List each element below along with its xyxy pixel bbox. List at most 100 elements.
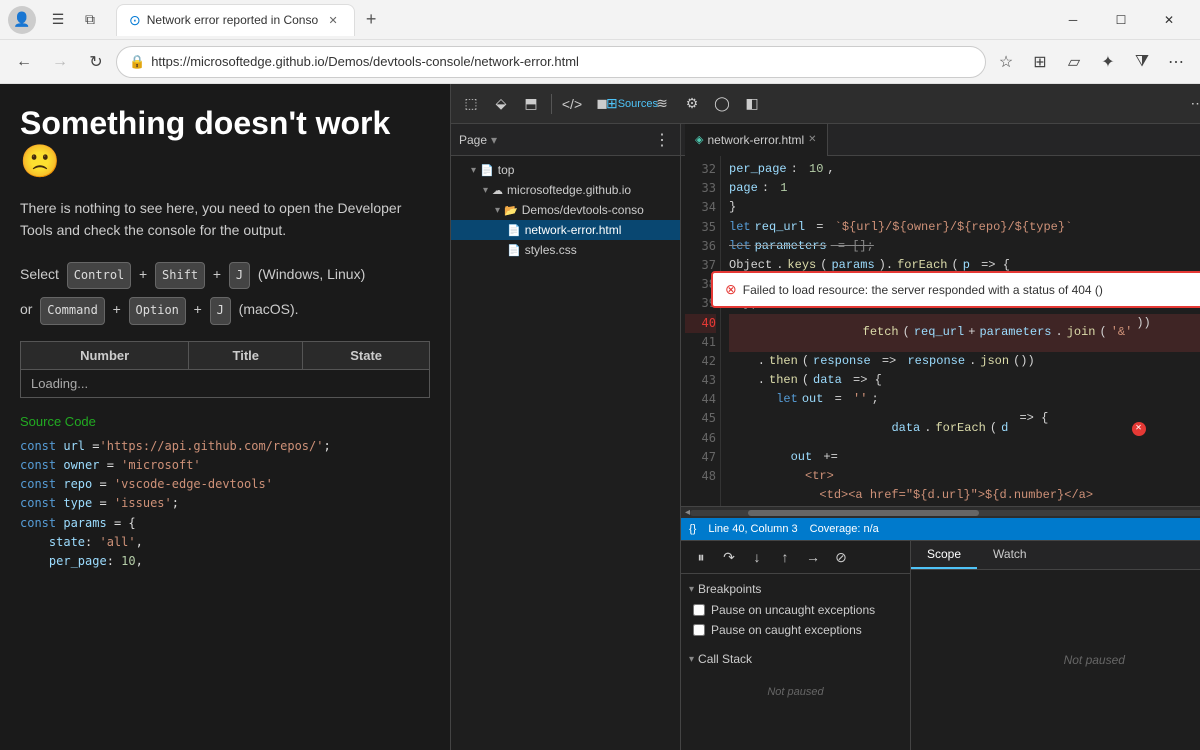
file-tree-header: Page ▾ ⋮ [451,124,680,156]
h-scroll-thumb[interactable] [748,510,979,516]
application-button[interactable]: ◧ [738,90,766,118]
device-mode-button[interactable]: ⬙ [487,90,515,118]
error-popup: ⊗ Failed to load resource: the server re… [711,271,1200,308]
col-state: State [303,341,430,369]
css-file-icon: 📄 [507,244,521,257]
code-tab-label: network-error.html [707,133,804,147]
format-button[interactable]: {} [689,523,696,535]
new-tab-button[interactable]: + [357,6,385,34]
issues-table: Number Title State Loading... [20,341,430,398]
webpage-content: Something doesn't work 🙁 There is nothin… [0,84,450,750]
code-line-43: let out = ''; [729,390,1200,409]
tree-item-styles[interactable]: 📄 styles.css [451,240,680,260]
step-out-button[interactable]: ↑ [773,545,797,569]
tree-item-network-error[interactable]: 📄 network-error.html [451,220,680,240]
pause-button[interactable]: ⏸ [689,545,713,569]
select-text: Select [20,266,59,282]
sources-button[interactable]: ⊞ Sources [618,90,646,118]
extensions-button[interactable]: ⧩ [1126,46,1158,78]
code-line-42: .then(data => { [729,371,1200,390]
tree-item-top[interactable]: ▾ 📄 top [451,160,680,180]
pause-uncaught-item: Pause on uncaught exceptions [681,600,910,620]
line-column: Line 40, Column 3 [708,523,797,535]
file-tree-content: ▾ 📄 top ▾ ☁ microsoftedge.github.io [451,156,680,750]
horizontal-scrollbar[interactable]: ◂ ▸ [681,506,1200,518]
minimize-button[interactable]: ─ [1050,4,1096,36]
tab-close-button[interactable]: ✕ [324,11,342,29]
scope-tab[interactable]: Scope [911,541,977,569]
elements-button[interactable]: </> [558,90,586,118]
close-button[interactable]: ✕ [1146,4,1192,36]
code-tab-close[interactable]: ✕ [808,134,816,145]
split-view-button[interactable]: ▱ [1058,46,1090,78]
back-button[interactable]: ← [8,46,40,78]
source-code-block: const url ='https://api.github.com/repos… [20,437,430,571]
code-line-45: out += [729,448,1200,467]
tab-grid-button[interactable]: ⧉ [76,6,104,34]
sources-icon: ⊞ [606,95,618,112]
code-line-41: .then(response => response.json()) [729,352,1200,371]
call-stack-header[interactable]: ▾ Call Stack [681,648,910,670]
call-stack-section: ▾ Call Stack Not paused [681,644,910,718]
bottom-panel: ⏸ ↷ ↓ ↑ → ⊘ ▾ Breakpoints [681,540,1200,750]
tree-label: styles.css [525,243,577,257]
step-into-button[interactable]: ↓ [745,545,769,569]
console-button[interactable]: ⬒ [517,90,545,118]
pause-caught-checkbox[interactable] [693,624,705,636]
address-bar[interactable]: 🔒 https://microsoftedge.github.io/Demos/… [116,46,986,78]
navigation-bar: ← → ↻ 🔒 https://microsoftedge.github.io/… [0,40,1200,84]
pause-uncaught-checkbox[interactable] [693,604,705,616]
call-stack-not-paused: Not paused [681,670,910,714]
breakpoints-header[interactable]: ▾ Breakpoints [681,578,910,600]
performance-button[interactable]: ⚙ [678,90,706,118]
profile-button[interactable]: 👤 [8,6,36,34]
more-button[interactable]: ⋯ [1160,46,1192,78]
memory-button[interactable]: ◯ [708,90,736,118]
maximize-button[interactable]: ☐ [1098,4,1144,36]
deactivate-breakpoints-button[interactable]: ⊘ [829,545,853,569]
tree-label: top [498,163,515,177]
collections-button[interactable]: ⊞ [1024,46,1056,78]
refresh-button[interactable]: ↻ [80,46,112,78]
code-line-48: <td>${d.title}</td> [729,505,1200,506]
forward-button[interactable]: → [44,46,76,78]
file-tree-more-button[interactable]: ⋮ [652,130,672,150]
step-button[interactable]: → [801,545,825,569]
folder-open-icon: 📂 [504,204,518,217]
title-bar: 👤 ☰ ⧉ ⊙ Network error reported in Conso … [0,0,1200,40]
code-tab-bar: ◈ network-error.html ✕ [681,124,1200,156]
active-tab[interactable]: ⊙ Network error reported in Conso ✕ [116,4,355,36]
sidebar-toggle-button[interactable]: ☰ [44,6,72,34]
network-button[interactable]: ≋ [648,90,676,118]
key-j2: J [210,297,231,325]
code-line-36: let parameters = []; [729,237,1200,256]
pause-caught-item: Pause on caught exceptions [681,620,910,640]
h-scroll-track[interactable] [690,510,1200,516]
key-j1: J [229,262,250,290]
inspect-element-button[interactable]: ⬚ [457,90,485,118]
tab-favicon: ⊙ [129,12,141,29]
tree-label: microsoftedge.github.io [507,183,631,197]
watch-tab[interactable]: Watch [977,541,1043,569]
copilot-button[interactable]: ✦ [1092,46,1124,78]
pause-caught-label: Pause on caught exceptions [711,623,862,637]
devtools-more-button[interactable]: ⋯ [1184,90,1200,118]
line-numbers: 3233343536 37383940 4142434445 464748 [681,156,721,506]
step-over-button[interactable]: ↷ [717,545,741,569]
file-icon: 📄 [507,224,521,237]
platform-mac: (macOS). [239,301,299,317]
code-line-34: } [729,198,1200,217]
code-tab-network-error[interactable]: ◈ network-error.html ✕ [685,124,828,156]
favorites-button[interactable]: ☆ [990,46,1022,78]
file-tree-panel: Page ▾ ⋮ ▾ 📄 top [451,124,681,750]
code-status-bar: {} Line 40, Column 3 Coverage: n/a ⊞ [681,518,1200,540]
main-content: Something doesn't work 🙁 There is nothin… [0,84,1200,750]
tree-item-domain[interactable]: ▾ ☁ microsoftedge.github.io [451,180,680,200]
page-description: There is nothing to see here, you need t… [20,197,430,242]
chevron-icon: ▾ [471,165,476,176]
chevron-icon: ▾ [689,584,694,595]
profile-icon: 👤 [13,11,30,28]
tree-item-demos[interactable]: ▾ 📂 Demos/devtools-conso [451,200,680,220]
key-option: Option [129,297,186,325]
tree-label: network-error.html [525,223,622,237]
